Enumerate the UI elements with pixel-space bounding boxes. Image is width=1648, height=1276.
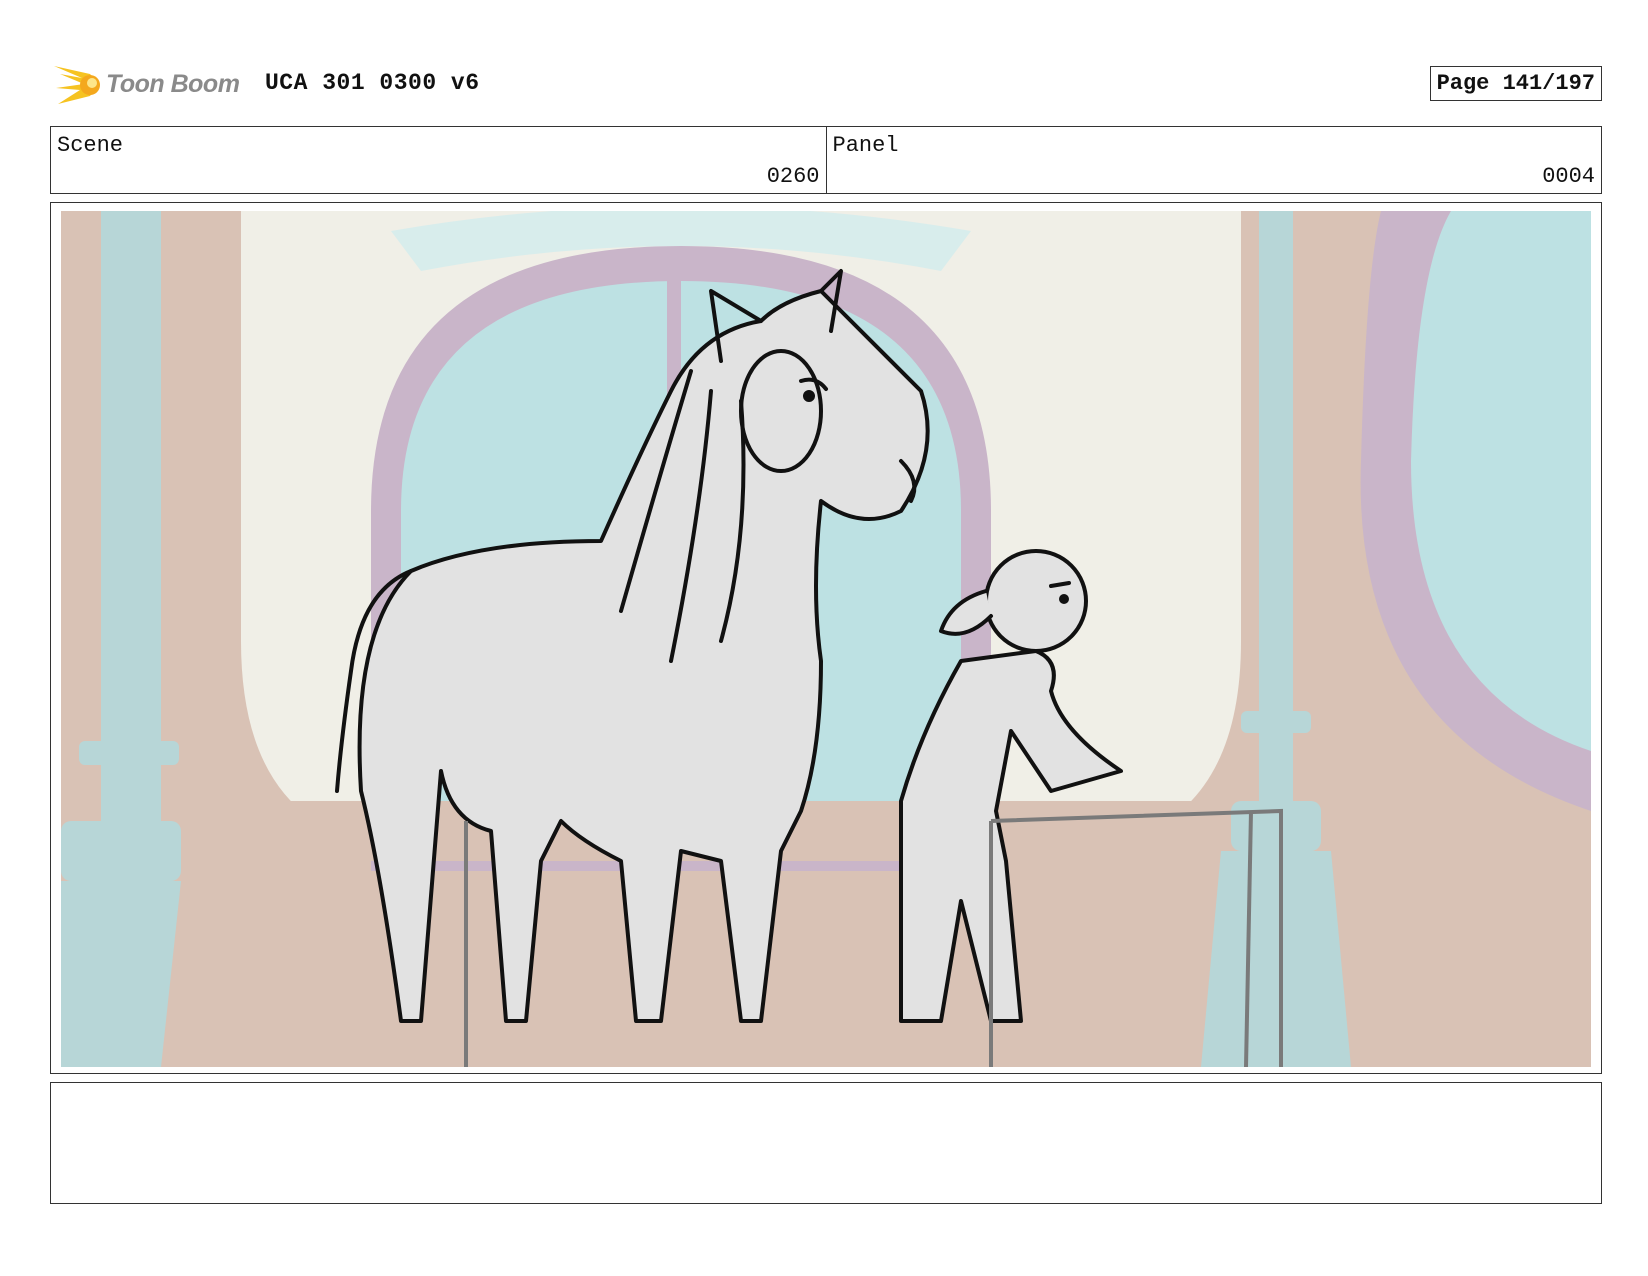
scene-label: Scene [57, 133, 124, 158]
brand-logo-text: Toon Boom [106, 69, 240, 98]
storyboard-frame [50, 202, 1602, 1074]
panel-cell: Panel 0004 [825, 127, 1602, 193]
brand-logo: Toon Boom [50, 58, 240, 110]
toon-boom-logo-icon [54, 66, 100, 104]
scene-cell: Scene 0260 [51, 127, 826, 193]
storyboard-drawing [61, 211, 1591, 1067]
page-number: Page 141/197 [1429, 66, 1602, 101]
panel-number: 0004 [1542, 164, 1595, 189]
project-title: UCA 301 0300 v6 [265, 70, 480, 96]
scene-number: 0260 [766, 164, 820, 189]
panel-label: Panel [832, 133, 899, 158]
scene-panel-info: Scene 0260 Panel 0004 [50, 126, 1602, 194]
notes-box [50, 1082, 1602, 1204]
page-header: Toon Boom UCA 301 0300 v6 Page 141/197 [50, 58, 1602, 110]
